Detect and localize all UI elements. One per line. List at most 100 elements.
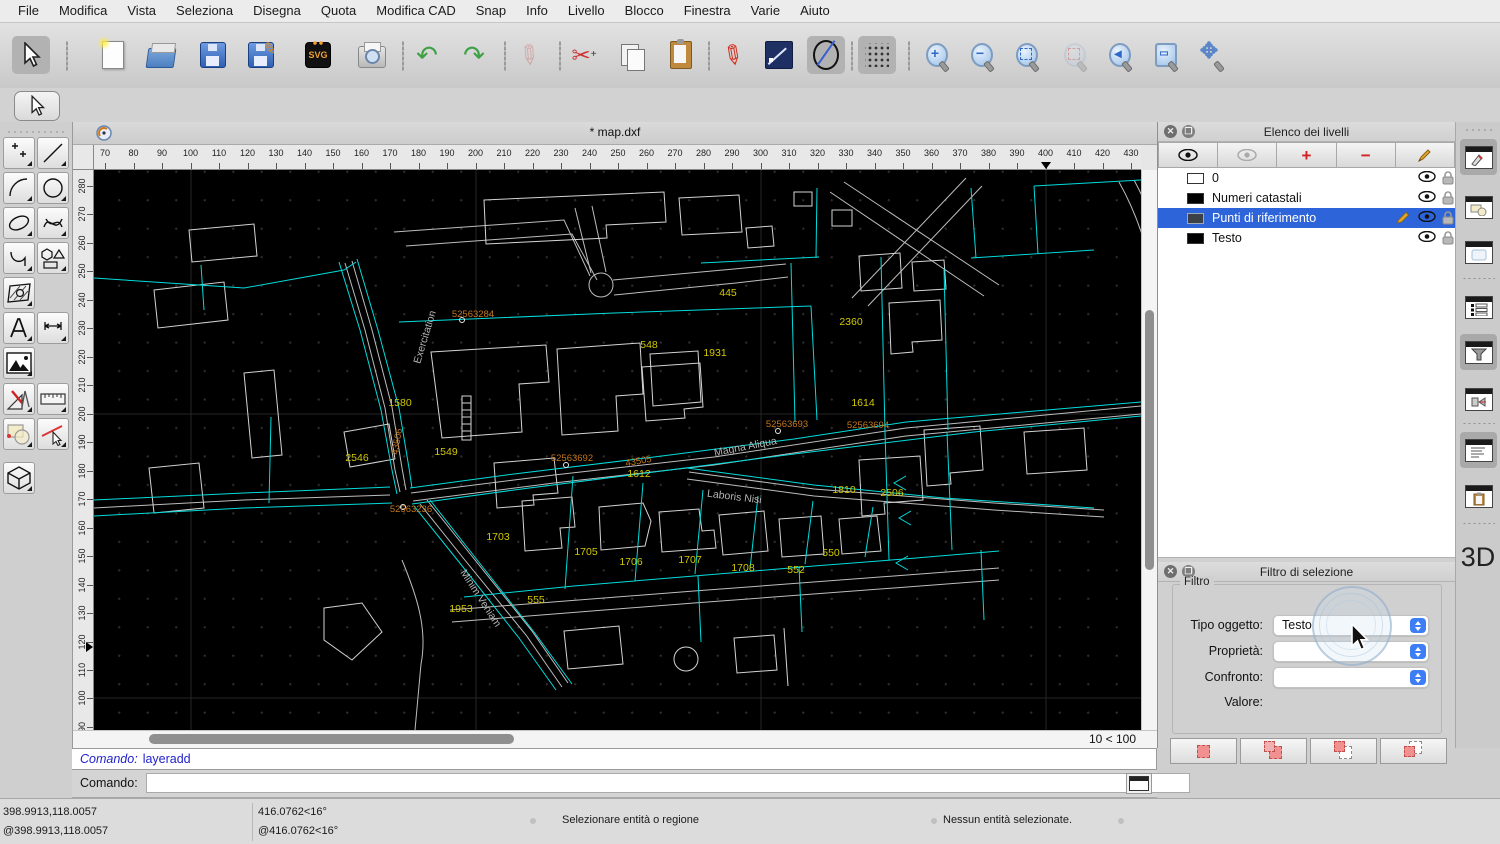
zoom-window-button[interactable]: ▭ (1148, 36, 1186, 74)
dropdown-stepper-icon[interactable] (1410, 670, 1426, 685)
remove-layer-button[interactable]: − (1337, 142, 1396, 168)
line-tool-button[interactable] (37, 137, 69, 169)
menu-quota[interactable]: Quota (311, 0, 366, 22)
filter-add-selection-button[interactable] (1240, 738, 1307, 764)
property-list-panel-toggle[interactable] (1460, 289, 1497, 325)
layer-lock-toggle[interactable] (1442, 191, 1454, 208)
layer-lock-toggle[interactable] (1442, 231, 1454, 248)
menu-vista[interactable]: Vista (117, 0, 166, 22)
horizontal-scrollbar[interactable]: 10 < 100 (73, 730, 1158, 748)
vertical-scrollbar[interactable] (1141, 170, 1158, 730)
palette-drag-handle[interactable] (6, 130, 64, 134)
menu-livello[interactable]: Livello (558, 0, 615, 22)
cut-button[interactable]: ✂+ (565, 36, 603, 74)
layer-lock-toggle[interactable] (1442, 211, 1454, 228)
grid-toggle-button[interactable] (858, 36, 896, 74)
dropdown-stepper-icon[interactable] (1410, 618, 1426, 633)
undo-button[interactable]: ↶ (408, 36, 446, 74)
drawing-canvas[interactable]: 4452360548193116141580254615491612181025… (94, 170, 1141, 730)
polyline-tool-button[interactable] (3, 242, 35, 274)
zoom-selection-button[interactable] (1057, 36, 1095, 74)
command-window-toggle-button[interactable] (1126, 773, 1152, 794)
hide-all-layers-button[interactable] (1218, 142, 1277, 168)
trim-tool-button[interactable] (37, 418, 69, 450)
layer-edit-icon[interactable] (1396, 211, 1411, 227)
command-input[interactable] (146, 773, 1190, 793)
open-file-button[interactable] (142, 36, 180, 74)
menu-info[interactable]: Info (516, 0, 558, 22)
edit-layer-button[interactable] (1396, 142, 1455, 168)
point-tool-button[interactable] (3, 137, 35, 169)
horizontal-scrollbar-thumb[interactable] (149, 734, 514, 744)
command-line-panel-toggle[interactable] (1460, 432, 1497, 468)
filter-intersect-selection-button[interactable] (1380, 738, 1447, 764)
zoom-out-button[interactable]: − (964, 36, 1002, 74)
new-file-button[interactable] (94, 36, 132, 74)
layer-panel-toggle[interactable] (1460, 139, 1497, 175)
text-tool-button[interactable] (3, 312, 35, 344)
menu-seleziona[interactable]: Seleziona (166, 0, 243, 22)
clipboard-panel-toggle[interactable] (1460, 478, 1497, 514)
add-layer-button[interactable]: + (1277, 142, 1336, 168)
arc-tool-button[interactable] (3, 172, 35, 204)
menu-snap[interactable]: Snap (466, 0, 516, 22)
menu-finestra[interactable]: Finestra (674, 0, 741, 22)
lamp-panel-toggle[interactable] (1460, 381, 1497, 417)
hatch-tool-button[interactable] (3, 277, 35, 309)
spline-tool-button[interactable] (37, 207, 69, 239)
delete-button[interactable]: ✎ (510, 36, 548, 74)
zoom-previous-button[interactable]: ◂ (1102, 36, 1140, 74)
measure-tool-button[interactable] (37, 383, 69, 415)
menu-modifica-cad[interactable]: Modifica CAD (366, 0, 465, 22)
save-as-button[interactable]: ✎ (242, 36, 280, 74)
document-title-bar[interactable]: * map.dxf (73, 122, 1157, 145)
drafting-tools-button[interactable] (3, 383, 35, 415)
filter-dropdown[interactable] (1273, 641, 1429, 662)
ellipse-tool-button[interactable] (3, 207, 35, 239)
filter-remove-selection-button[interactable] (1310, 738, 1377, 764)
redo-button[interactable]: ↷ (455, 36, 493, 74)
shapes-tool-button[interactable] (37, 242, 69, 274)
menu-aiuto[interactable]: Aiuto (790, 0, 840, 22)
filter-dropdown[interactable] (1273, 667, 1429, 688)
3d-tool-button[interactable] (3, 462, 35, 494)
layer-row[interactable]: Numeri catastali (1158, 188, 1455, 208)
svg-export-button[interactable]: SVG (299, 36, 337, 74)
zoom-in-button[interactable]: + (919, 36, 957, 74)
boolean-tool-button[interactable] (3, 418, 35, 450)
menu-varie[interactable]: Varie (741, 0, 790, 22)
filter-dropdown[interactable]: Testo (1273, 615, 1429, 636)
circle-tool-button[interactable] (37, 172, 69, 204)
selection-pointer-button[interactable] (14, 91, 60, 121)
layer-visibility-toggle[interactable] (1418, 171, 1436, 185)
construction-mode-button[interactable] (807, 36, 845, 74)
menu-blocco[interactable]: Blocco (615, 0, 674, 22)
blocks-panel-toggle[interactable] (1460, 189, 1497, 225)
menu-disegna[interactable]: Disegna (243, 0, 311, 22)
library-panel-toggle[interactable] (1460, 234, 1497, 270)
image-tool-button[interactable] (3, 347, 35, 379)
layer-visibility-toggle[interactable] (1418, 211, 1436, 225)
layer-lock-toggle[interactable] (1442, 171, 1454, 188)
vertical-scrollbar-thumb[interactable] (1145, 310, 1154, 570)
3d-mode-button[interactable]: 3D (1456, 542, 1500, 573)
copy-button[interactable] (614, 36, 652, 74)
menu-file[interactable]: File (8, 0, 49, 22)
menu-modifica[interactable]: Modifica (49, 0, 117, 22)
layer-row[interactable]: Testo (1158, 228, 1455, 248)
show-all-layers-button[interactable] (1158, 142, 1218, 168)
dimension-style-button[interactable] (760, 36, 798, 74)
layer-row[interactable]: 0 (1158, 168, 1455, 188)
layer-row[interactable]: Punti di riferimento (1158, 208, 1455, 228)
select-tool-button[interactable] (12, 36, 50, 74)
draw-pencil-button[interactable]: ✎ (714, 36, 752, 74)
save-button[interactable] (194, 36, 232, 74)
dimension-tool-button[interactable] (37, 312, 69, 344)
strip-drag-handle[interactable] (1464, 128, 1494, 132)
filter-select-button[interactable] (1170, 738, 1237, 764)
layer-visibility-toggle[interactable] (1418, 191, 1436, 205)
zoom-auto-button[interactable] (1009, 36, 1047, 74)
paste-button[interactable] (662, 36, 700, 74)
print-preview-button[interactable] (353, 36, 391, 74)
pan-button[interactable]: ✥ (1194, 36, 1232, 74)
